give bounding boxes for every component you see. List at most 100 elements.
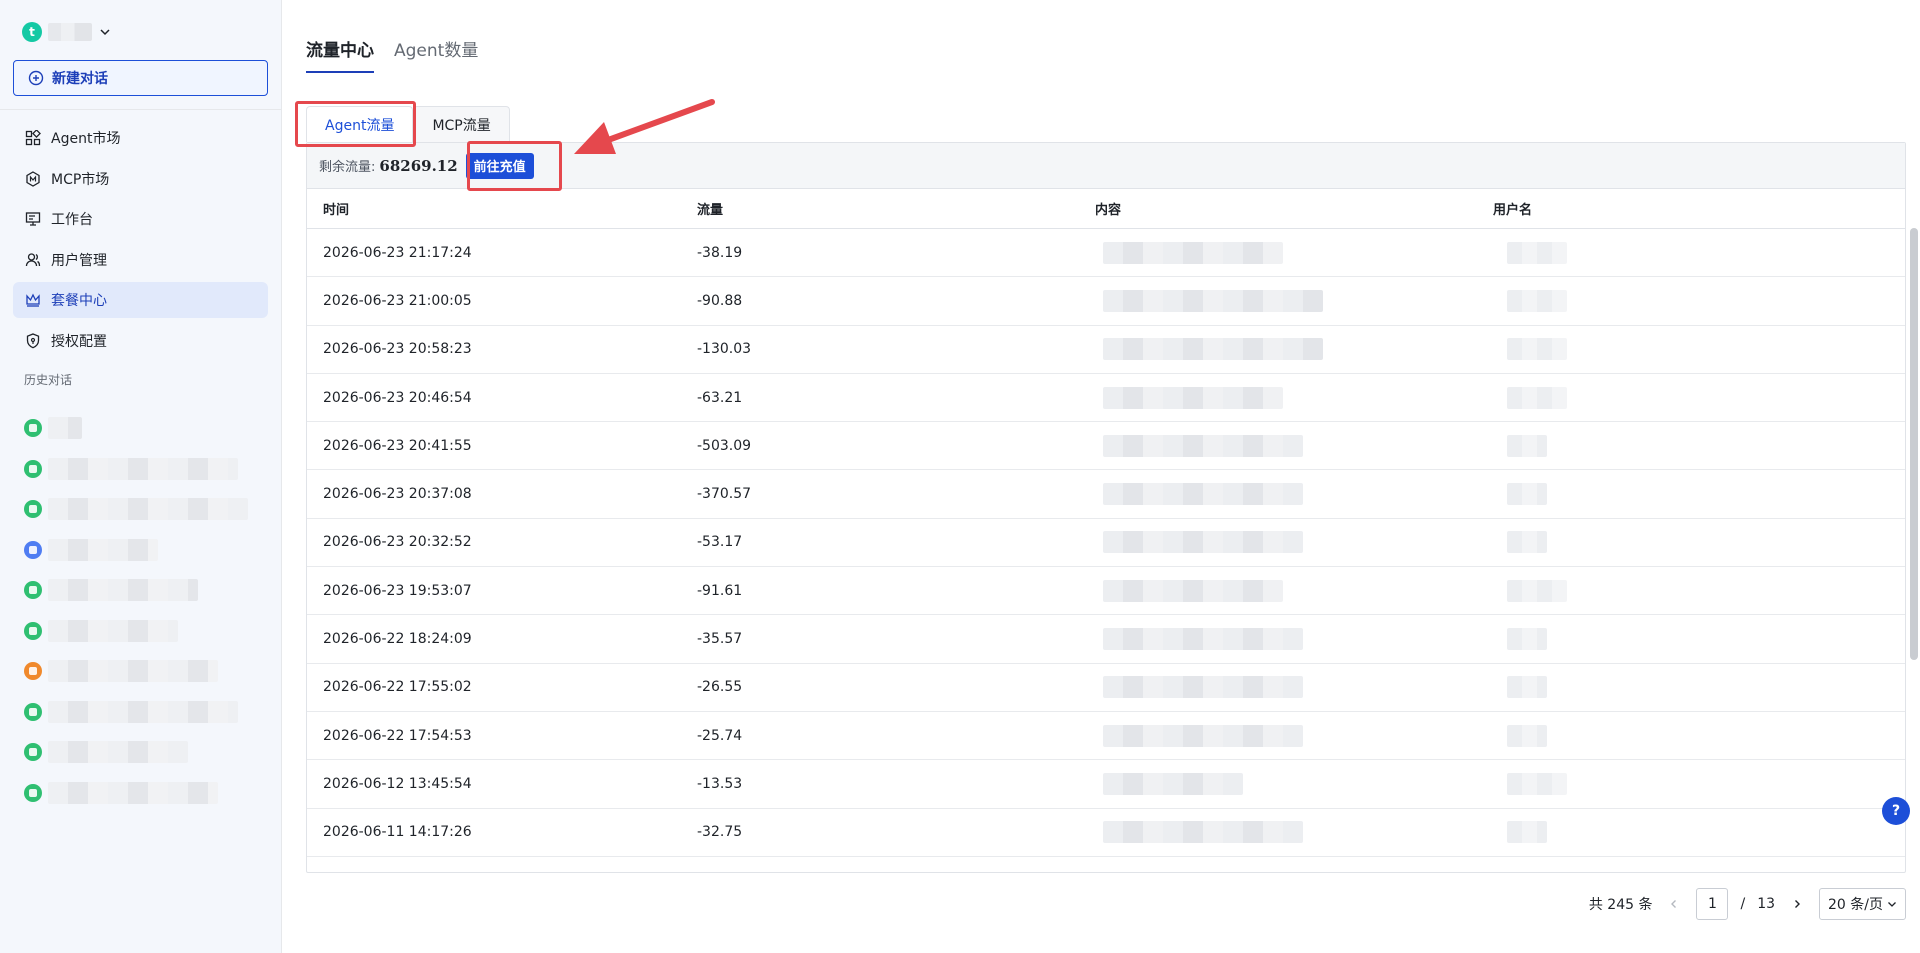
flow-panel: 剩余流量: 68269.12 前往充值 时间 流量 内容 用户名 2026-06…: [306, 142, 1906, 873]
history-title-redacted: [48, 741, 188, 764]
highlight-box-agent-flow: [295, 101, 416, 147]
sidebar-item-agent-market[interactable]: Agent市场: [13, 120, 268, 156]
username-redacted: [1507, 483, 1547, 506]
history-title-redacted: [48, 700, 238, 723]
sidebar-item-package-center[interactable]: 套餐中心: [13, 282, 268, 318]
shield-icon: [25, 332, 41, 349]
cell-time: 2026-06-23 21:00:05: [323, 292, 472, 309]
sidebar-item-mcp-market[interactable]: MCP市场: [13, 161, 268, 197]
sidebar-item-label: Agent市场: [51, 131, 121, 147]
prev-page-icon[interactable]: [1664, 894, 1684, 914]
total-count: 共 245 条: [1588, 897, 1653, 913]
cell-flow: -63.21: [697, 389, 743, 406]
crown-icon: [25, 292, 41, 308]
sidebar-item-label: 工作台: [51, 212, 93, 228]
content-redacted: [1103, 338, 1323, 361]
chevron-down-icon: [98, 25, 112, 39]
cell-flow: -503.09: [697, 437, 752, 454]
cell-flow: -25.74: [697, 727, 743, 744]
username-redacted: [1507, 289, 1567, 312]
history-title-redacted: [48, 619, 178, 642]
balance-value: 68269.12: [379, 156, 458, 175]
annotation-arrow-icon: [574, 99, 715, 154]
monitor-icon: [25, 211, 41, 227]
content-redacted: [1103, 579, 1283, 602]
cell-username: [1493, 434, 1905, 457]
history-item[interactable]: [24, 611, 264, 652]
tab-flow-center[interactable]: 流量中心: [306, 36, 374, 73]
column-header-time: 时间: [323, 203, 350, 218]
sidebar-nav: Agent市场 MCP市场 工作台 用户管理 套餐中心 授权配置: [13, 120, 268, 363]
table-row: 2026-06-22 18:24:09 -35.57: [307, 615, 1905, 664]
history-item[interactable]: [24, 530, 264, 571]
table-body: 2026-06-23 21:17:24 -38.19 2026-06-23 21:0…: [307, 229, 1905, 872]
table-row: 2026-06-11 14:17:26 -32.75: [307, 809, 1905, 857]
tab-agent-count[interactable]: Agent数量: [394, 36, 478, 73]
new-chat-label: 新建对话: [52, 71, 108, 87]
cell-username: [1493, 483, 1905, 506]
username-redacted: [1507, 241, 1567, 264]
table-row: 2026-06-23 21:00:05 -90.88: [307, 277, 1905, 326]
username-redacted: [1507, 724, 1547, 747]
history-item[interactable]: [24, 773, 264, 814]
workspace-avatar: t: [22, 22, 42, 42]
grid-icon: [25, 130, 41, 146]
agent-avatar-icon: [24, 783, 42, 802]
cell-flow: -32.75: [697, 824, 743, 841]
page-size-select[interactable]: 20 条/页: [1819, 888, 1906, 920]
username-redacted: [1507, 628, 1547, 651]
cell-time: 2026-06-11 14:17:26: [323, 824, 472, 841]
username-redacted: [1507, 338, 1567, 361]
cell-flow: -130.03: [697, 341, 752, 358]
sidebar-item-workbench[interactable]: 工作台: [13, 201, 268, 237]
cell-content: [1095, 772, 1493, 795]
current-page-input[interactable]: 1: [1696, 888, 1729, 920]
history-item[interactable]: [24, 651, 264, 692]
help-button[interactable]: ?: [1882, 797, 1910, 825]
agent-avatar-icon: [24, 419, 42, 438]
content-redacted: [1103, 772, 1243, 795]
cell-flow: -13.53: [697, 775, 743, 792]
username-redacted: [1507, 676, 1547, 699]
cell-content: [1095, 628, 1493, 651]
history-title-redacted: [48, 781, 218, 804]
page-separator: /: [1740, 896, 1746, 912]
table-row: 2026-06-23 20:46:54 -63.21: [307, 374, 1905, 423]
agent-avatar-icon: [24, 581, 42, 600]
new-chat-button[interactable]: 新建对话: [13, 60, 268, 96]
username-redacted: [1507, 386, 1567, 409]
history-item[interactable]: [24, 408, 264, 449]
table-scrollbar[interactable]: [1910, 228, 1918, 660]
content-redacted: [1103, 724, 1303, 747]
cell-time: 2026-06-22 17:55:02: [323, 679, 472, 696]
sidebar-item-label: 用户管理: [51, 252, 107, 269]
mcp-icon: [25, 170, 41, 187]
workspace-name-redacted: [48, 23, 92, 41]
content-redacted: [1103, 628, 1303, 651]
cell-time: 2026-06-23 20:58:23: [323, 341, 472, 358]
column-header-flow: 流量: [697, 203, 724, 218]
cell-content: [1095, 289, 1493, 312]
next-page-icon[interactable]: [1787, 894, 1807, 914]
cell-content: [1095, 531, 1493, 554]
sidebar-item-user-management[interactable]: 用户管理: [13, 242, 268, 278]
cell-flow: -91.61: [697, 582, 743, 599]
history-item[interactable]: [24, 570, 264, 611]
cell-username: [1493, 579, 1905, 602]
subtab-mcp-flow[interactable]: MCP流量: [413, 106, 510, 142]
history-item[interactable]: [24, 489, 264, 530]
sidebar-item-auth-config[interactable]: 授权配置: [13, 323, 268, 359]
history-item[interactable]: [24, 732, 264, 773]
sidebar-divider: [0, 109, 282, 110]
cell-flow: -90.88: [697, 292, 743, 309]
history-item[interactable]: [24, 449, 264, 490]
workspace-switcher[interactable]: t: [22, 20, 112, 44]
username-redacted: [1507, 434, 1547, 457]
content-redacted: [1103, 434, 1303, 457]
cell-flow: -370.57: [697, 486, 752, 503]
cell-username: [1493, 531, 1905, 554]
history-title-redacted: [48, 579, 198, 602]
top-tabs: 流量中心 Agent数量: [306, 36, 478, 73]
history-item[interactable]: [24, 692, 264, 733]
sidebar-item-label: 授权配置: [51, 333, 107, 350]
